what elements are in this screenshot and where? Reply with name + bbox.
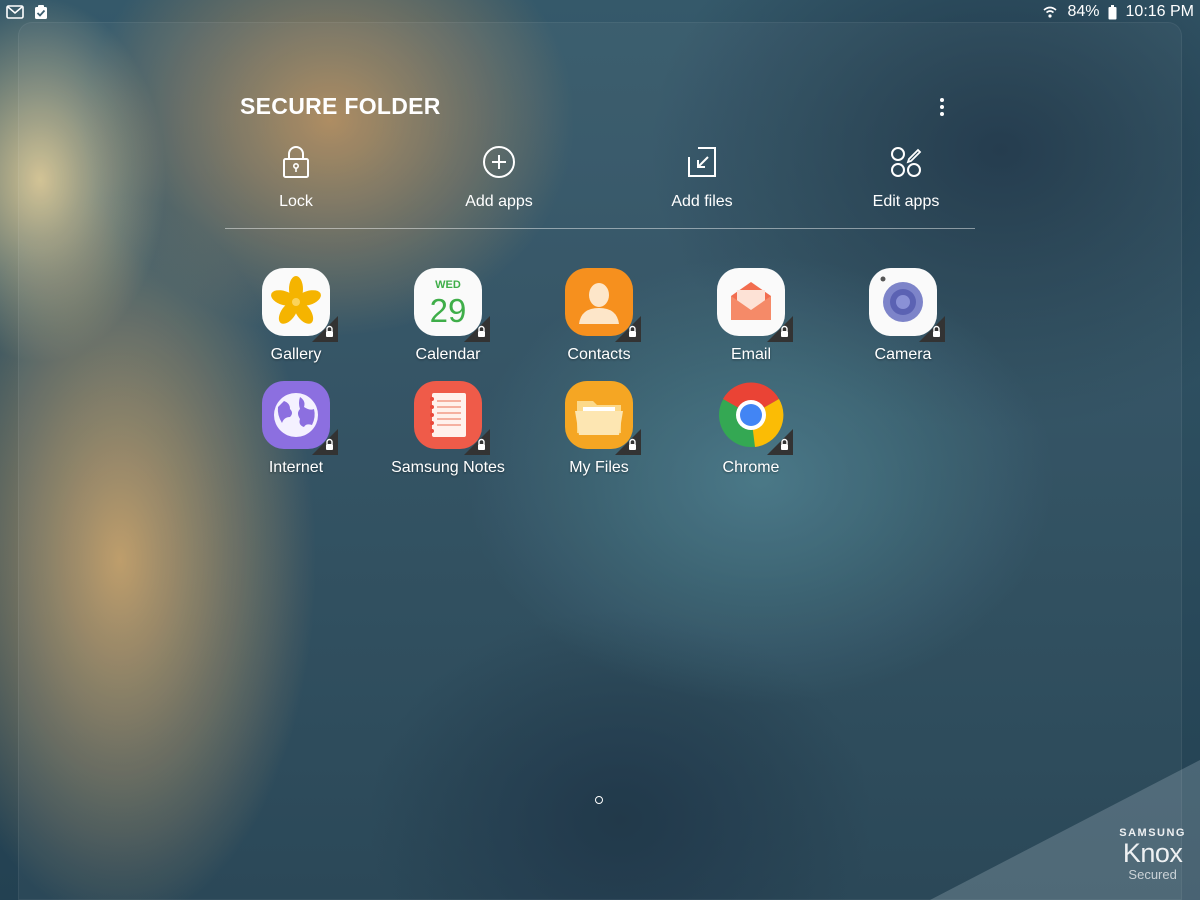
lock-badge-icon <box>919 316 945 342</box>
app-internet[interactable]: Internet <box>221 379 371 477</box>
plus-circle-icon <box>483 146 515 178</box>
app-gallery[interactable]: Gallery <box>221 266 371 364</box>
more-dot <box>940 105 944 109</box>
wifi-icon <box>1041 4 1059 20</box>
lock-badge-icon <box>767 429 793 455</box>
app-my-files[interactable]: My Files <box>524 379 674 477</box>
page-indicator[interactable] <box>595 796 603 804</box>
folder-title: SECURE FOLDER <box>240 93 441 119</box>
contacts-icon <box>563 266 641 342</box>
lock-badge-icon <box>464 316 490 342</box>
gallery-icon <box>260 266 338 342</box>
more-options-button[interactable] <box>930 94 954 120</box>
app-label: Email <box>730 346 771 363</box>
notes-icon <box>412 379 490 455</box>
clock: 10:16 PM <box>1125 3 1194 20</box>
folder-icon <box>563 379 641 455</box>
lock-icon <box>283 146 309 178</box>
knox-subtitle: Secured <box>1128 867 1177 882</box>
app-chrome[interactable]: Chrome <box>676 379 826 477</box>
app-camera[interactable]: Camera <box>828 266 978 364</box>
edit-apps-action[interactable]: Edit apps <box>836 145 976 211</box>
more-dot <box>940 112 944 116</box>
lock-badge-icon <box>767 316 793 342</box>
add-files-icon <box>688 147 716 177</box>
edit-apps-label: Edit apps <box>872 193 940 210</box>
app-calendar[interactable]: WED 29 Calendar <box>373 266 523 364</box>
internet-icon <box>260 379 338 455</box>
more-dot <box>940 98 944 102</box>
chrome-icon <box>715 379 793 455</box>
knox-name: Knox <box>1122 838 1183 868</box>
lock-badge-icon <box>464 429 490 455</box>
calendar-date: 29 <box>430 292 467 329</box>
divider <box>225 228 975 229</box>
app-label: Samsung Notes <box>391 459 505 476</box>
email-icon <box>715 266 793 342</box>
app-label: My Files <box>569 459 629 476</box>
calendar-day: WED <box>435 279 461 291</box>
gmail-icon <box>6 4 24 20</box>
calendar-icon: WED 29 <box>412 266 490 342</box>
clipboard-check-icon <box>32 4 50 20</box>
lock-badge-icon <box>615 429 641 455</box>
app-label: Camera <box>874 346 932 363</box>
add-apps-label: Add apps <box>465 193 533 210</box>
lock-badge-icon <box>615 316 641 342</box>
app-label: Internet <box>268 459 324 476</box>
edit-apps-icon <box>891 147 922 177</box>
add-files-label: Add files <box>671 193 733 210</box>
app-label: Chrome <box>722 459 780 476</box>
status-bar: 84% 10:16 PM <box>0 0 1200 24</box>
lock-badge-icon <box>312 429 338 455</box>
lock-badge-icon <box>312 316 338 342</box>
add-apps-action[interactable]: Add apps <box>429 145 569 211</box>
add-files-action[interactable]: Add files <box>632 145 772 211</box>
camera-icon <box>867 266 945 342</box>
app-label: Calendar <box>415 346 481 363</box>
app-contacts[interactable]: Contacts <box>524 266 674 364</box>
app-email[interactable]: Email <box>676 266 826 364</box>
knox-watermark: SAMSUNG Knox Secured <box>1119 827 1186 882</box>
app-samsung-notes[interactable]: Samsung Notes <box>373 379 523 477</box>
lock-action[interactable]: Lock <box>226 145 366 211</box>
lock-label: Lock <box>279 193 313 210</box>
battery-icon <box>1108 4 1118 20</box>
app-label: Gallery <box>270 346 322 363</box>
app-label: Contacts <box>567 346 631 363</box>
battery-percent: 84% <box>1067 3 1100 20</box>
